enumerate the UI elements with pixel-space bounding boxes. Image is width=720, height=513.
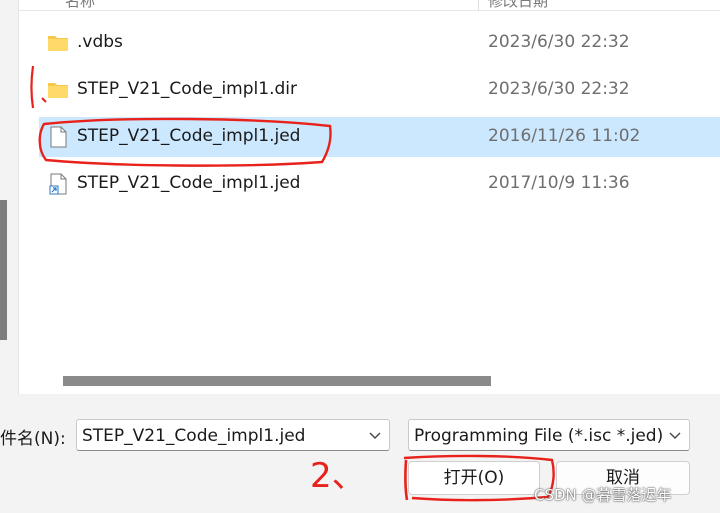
- column-header: 名称 修改日期: [19, 0, 720, 11]
- file-name: STEP_V21_Code_impl1.jed: [77, 173, 301, 193]
- vertical-scrollbar-thumb[interactable]: [0, 200, 7, 340]
- filetype-value: Programming File (*.isc *.jed): [414, 426, 664, 446]
- file-name: .vdbs: [77, 32, 123, 52]
- file-row[interactable]: STEP_V21_Code_impl1.dir 2023/6/30 22:32: [39, 70, 720, 110]
- chevron-down-icon[interactable]: [369, 430, 381, 440]
- horizontal-scrollbar-thumb[interactable]: [63, 376, 491, 386]
- file-icon: [50, 126, 67, 148]
- file-date: 2017/10/9 11:36: [488, 173, 630, 193]
- horizontal-scrollbar[interactable]: [63, 376, 720, 386]
- file-list-panel: 名称 修改日期 .vdbs 2023/6/30 22:32 STEP_V21_C…: [18, 0, 720, 394]
- folder-icon: [48, 83, 68, 98]
- file-row-selected[interactable]: STEP_V21_Code_impl1.jed 2016/11/26 11:02: [39, 117, 720, 157]
- chevron-down-icon[interactable]: [669, 430, 681, 440]
- file-date: 2016/11/26 11:02: [488, 126, 641, 146]
- folder-icon: [48, 36, 68, 51]
- column-header-name[interactable]: 名称: [65, 0, 95, 10]
- filename-input[interactable]: STEP_V21_Code_impl1.jed: [76, 419, 390, 451]
- column-separator[interactable]: [478, 0, 479, 10]
- file-row[interactable]: STEP_V21_Code_impl1.jed 2017/10/9 11:36: [39, 164, 720, 204]
- column-header-date[interactable]: 修改日期: [488, 0, 548, 10]
- shortcut-file-icon: [49, 173, 67, 195]
- watermark: CSDN @暮雪落迟年: [534, 486, 672, 504]
- filename-label: 件名(N):: [0, 429, 66, 449]
- open-button[interactable]: 打开(O): [408, 461, 540, 495]
- file-date: 2023/6/30 22:32: [488, 32, 630, 52]
- filetype-select[interactable]: Programming File (*.isc *.jed): [408, 419, 690, 451]
- file-date: 2023/6/30 22:32: [488, 79, 630, 99]
- filename-value: STEP_V21_Code_impl1.jed: [82, 426, 306, 446]
- file-row[interactable]: .vdbs 2023/6/30 22:32: [39, 23, 720, 63]
- file-name: STEP_V21_Code_impl1.dir: [77, 79, 297, 99]
- file-name: STEP_V21_Code_impl1.jed: [77, 126, 301, 146]
